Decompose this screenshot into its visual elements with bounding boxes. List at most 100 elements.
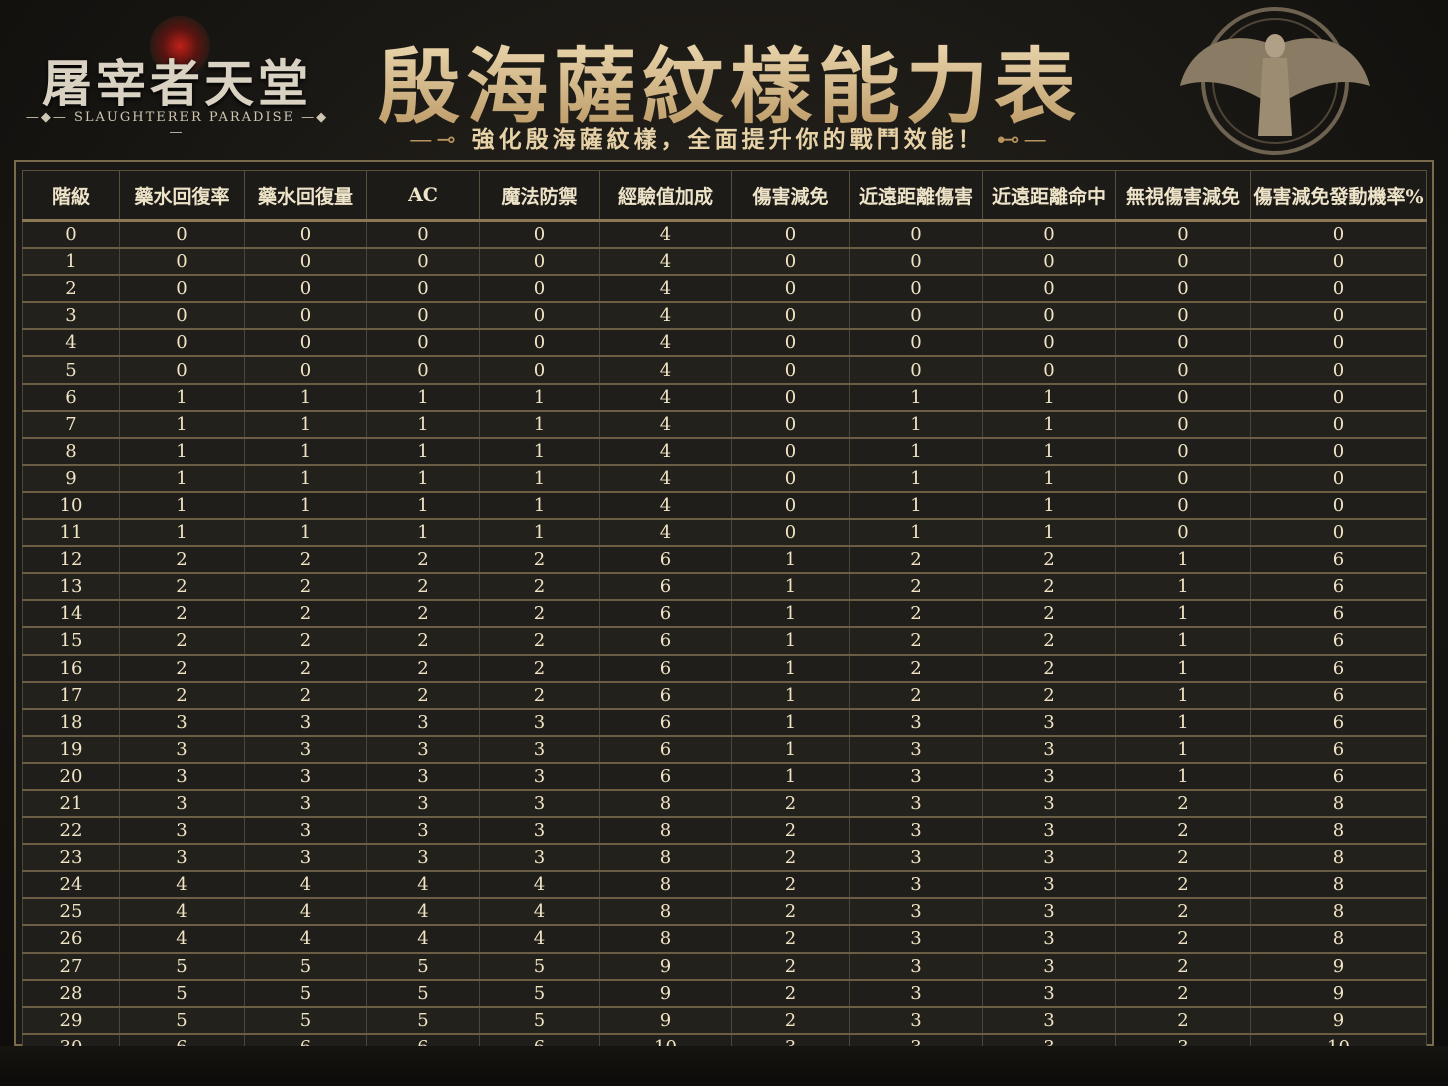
table-cell: 4 [366,871,480,900]
table-cell: 29 [22,1006,120,1035]
table-cell: 3 [849,762,983,791]
table-cell: 1 [731,762,850,791]
table-cell: 0 [1115,275,1251,304]
table-cell: 11 [22,519,120,548]
table-row: 40000400000 [22,329,1427,358]
table-cell: 2 [1115,817,1251,846]
table-cell: 5 [119,952,245,981]
table-row: 61111401100 [22,383,1427,412]
table-cell: 0 [849,356,983,385]
table-cell: 5 [22,356,120,385]
table-cell: 1 [479,383,600,412]
table-cell: 2 [244,546,367,575]
table-cell: 0 [849,220,983,250]
table-cell: 8 [22,437,120,466]
table-cell: 1 [1115,546,1251,575]
table-cell: 4 [599,437,732,466]
table-cell: 9 [1250,979,1427,1008]
table-cell: 0 [244,302,367,331]
table-cell: 8 [599,844,732,873]
table-cell: 3 [119,735,245,764]
table-cell: 1 [982,410,1116,439]
table-cell: 12 [22,546,120,575]
table-cell: 3 [982,898,1116,927]
table-cell: 3 [366,735,480,764]
table-cell: 6 [1250,600,1427,629]
table-cell: 0 [1250,464,1427,493]
table-cell: 6 [599,546,732,575]
table-cell: 2 [1115,952,1251,981]
table-cell: 1 [119,410,245,439]
table-row: 13 2 2 2 2 6 1 2 2 1 6 [22,573,1427,602]
table-cell: 3 [366,762,480,791]
table-cell: 3 [982,762,1116,791]
table-cell: 3 [849,1006,983,1035]
table-cell: 0 [1115,356,1251,385]
table-cell: 3 [479,708,600,737]
table-cell: 3 [982,952,1116,981]
table-cell: 1 [1115,708,1251,737]
table-cell: 0 [366,356,480,385]
table-cell: 0 [119,275,245,304]
table-cell: 6 [1250,573,1427,602]
table-cell: 15 [22,627,120,656]
table-cell: 8 [1250,844,1427,873]
table-cell: 3 [244,817,367,846]
table-cell: 1 [366,383,480,412]
table-cell: 0 [479,329,600,358]
table-cell: 2 [982,681,1116,710]
table-cell: 3 [119,844,245,873]
table-cell: 4 [366,925,480,954]
table-cell: 3 [366,708,480,737]
table-cell: 8 [1250,898,1427,927]
table-cell: 8 [1250,871,1427,900]
table-cell: 6 [599,762,732,791]
table-cell: 1 [731,681,850,710]
table-cell: 0 [479,302,600,331]
table-cell: 4 [244,925,367,954]
table-cell: 1 [479,410,600,439]
ability-table: 階級 藥水回復率 藥水回復量 AC 魔法防禦 經驗值加成 傷害減免 近遠距離傷害… [22,170,1427,1062]
table-cell: 0 [479,248,600,277]
table-cell: 6 [599,681,732,710]
table-cell: 8 [1250,789,1427,819]
table-cell: 0 [244,275,367,304]
table-cell: 3 [982,735,1116,764]
table-cell: 0 [1250,302,1427,331]
logo-subtitle: —◆— SLAUGHTERER PARADISE —◆— [25,110,329,140]
table-cell: 2 [982,573,1116,602]
table-cell: 3 [479,844,600,873]
table-row: 12 2 2 2 2 6 1 2 2 1 6 [22,546,1427,575]
table-cell: 8 [599,898,732,927]
table-cell: 0 [1250,275,1427,304]
column-header: 藥水回復率 [119,170,245,222]
table-cell: 2 [244,627,367,656]
table-row: 18 3 3 3 3 6 1 3 3 1 6 [22,708,1427,737]
table-cell: 2 [731,952,850,981]
table-cell: 5 [366,1006,480,1035]
table-cell: 2 [849,573,983,602]
table-cell: 0 [1250,437,1427,466]
table-cell: 4 [479,925,600,954]
table-cell: 0 [119,220,245,250]
table-row: 30000400000 [22,302,1427,331]
table-cell: 3 [244,789,367,819]
table-row: 19 3 3 3 3 6 1 3 3 1 6 [22,735,1427,764]
table-cell: 2 [731,1006,850,1035]
table-body: 0000040000010000400000200004000003000040… [22,220,1427,1062]
table-cell: 22 [22,817,120,846]
table-cell: 3 [244,735,367,764]
table-row: 15 2 2 2 2 6 1 2 2 1 6 [22,627,1427,656]
table-cell: 2 [1115,844,1251,873]
table-cell: 2 [366,600,480,629]
table-row: 25 4 4 4 4 8 2 3 3 2 8 [22,898,1427,927]
table-cell: 3 [244,708,367,737]
table-cell: 4 [599,329,732,358]
table-row: 11 1 1 1 1 4 0 1 1 0 0 [22,519,1427,548]
table-cell: 0 [1250,356,1427,385]
table-cell: 2 [982,654,1116,683]
table-row: 71111401100 [22,410,1427,439]
table-cell: 4 [599,248,732,277]
table-cell: 2 [731,979,850,1008]
table-cell: 2 [849,600,983,629]
